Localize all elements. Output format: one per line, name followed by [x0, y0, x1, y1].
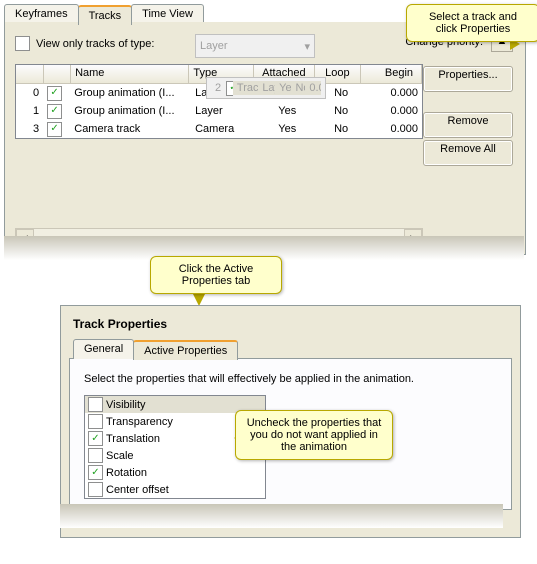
- row-checkbox[interactable]: ✓: [47, 122, 62, 137]
- property-checkbox[interactable]: ✓: [88, 431, 103, 446]
- table-row[interactable]: 2✓Track from pathLayerYesNo0.000: [206, 77, 326, 99]
- property-checkbox[interactable]: ✓: [88, 465, 103, 480]
- row-checkbox[interactable]: ✓: [47, 104, 62, 119]
- remove-all-button[interactable]: Remove All: [423, 140, 513, 166]
- type-dropdown[interactable]: Layer ▾: [195, 34, 315, 58]
- table-body: 0✓Group animation (I...LayerYesNo0.0001✓…: [16, 84, 422, 138]
- tab-keyframes[interactable]: Keyframes: [4, 4, 79, 24]
- tab-tracks[interactable]: Tracks: [78, 5, 133, 25]
- main-tabs: KeyframesTracksTime View: [4, 4, 203, 24]
- property-checkbox[interactable]: [88, 414, 103, 429]
- property-checkbox[interactable]: [88, 482, 103, 497]
- callout-uncheck: Uncheck the properties that you do not w…: [235, 410, 393, 460]
- dialog-tab-active-properties[interactable]: Active Properties: [133, 340, 238, 360]
- filter-label: View only tracks of type:: [36, 38, 154, 50]
- table-row[interactable]: 1✓Group animation (I...LayerYesNo0.000: [16, 102, 422, 120]
- property-checkbox[interactable]: [88, 397, 103, 412]
- table-row[interactable]: 3✓Camera trackCameraYesNo0.000: [16, 120, 422, 138]
- column-header[interactable]: [44, 65, 72, 83]
- column-header[interactable]: Begin: [361, 65, 422, 83]
- row-checkbox[interactable]: ✓: [47, 86, 62, 101]
- row-checkbox[interactable]: ✓: [226, 81, 233, 96]
- dialog-tab-general[interactable]: General: [73, 339, 134, 359]
- list-item[interactable]: ✓Rotation: [85, 464, 265, 481]
- tracks-panel: View only tracks of type: Layer ▾ Change…: [4, 22, 526, 255]
- filter-checkbox[interactable]: [15, 36, 30, 51]
- tracks-table: NameTypeAttachedLoopBegin 0✓Group animat…: [15, 64, 423, 139]
- dialog-tabs: GeneralActive Properties: [73, 339, 512, 359]
- properties-button[interactable]: Properties...: [423, 66, 513, 92]
- chevron-down-icon: ▾: [304, 40, 310, 53]
- column-header[interactable]: Name: [71, 65, 189, 83]
- tab-time-view[interactable]: Time View: [131, 4, 204, 24]
- property-checkbox[interactable]: [88, 448, 103, 463]
- callout-active-tab: Click the Active Properties tab: [150, 256, 282, 294]
- column-header[interactable]: [16, 65, 44, 83]
- list-item[interactable]: Center offset: [85, 481, 265, 498]
- remove-button[interactable]: Remove: [423, 112, 513, 138]
- callout-select-track: Select a track and click Properties: [406, 4, 537, 42]
- dialog-instruction: Select the properties that will effectiv…: [84, 373, 497, 385]
- dialog-title: Track Properties: [73, 317, 512, 331]
